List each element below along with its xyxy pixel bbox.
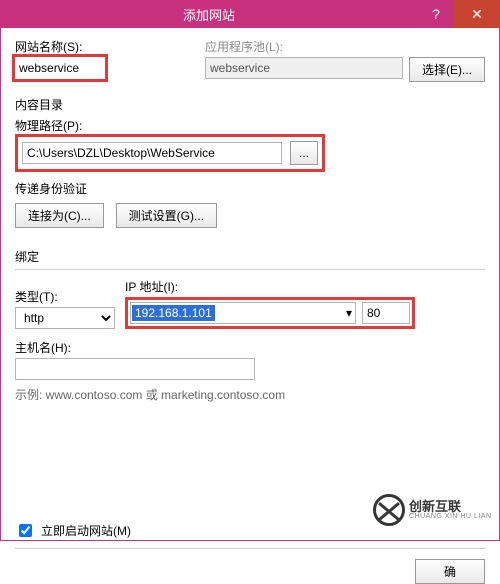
ok-button[interactable]: 确: [415, 559, 485, 584]
connect-as-button[interactable]: 连接为(C)...: [15, 203, 104, 228]
start-now-label: 立即启动网站(M): [41, 522, 131, 539]
dialog-body: 网站名称(S): 应用程序池(L): 选择(E)... 内容目录 物理路径(P)…: [0, 28, 500, 541]
start-now-checkbox[interactable]: [19, 524, 32, 537]
watermark-sub: CHUANG XIN HU LIAN: [409, 513, 492, 520]
watermark-logo-icon: [373, 494, 405, 526]
path-label: 物理路径(P):: [15, 119, 82, 133]
ip-input[interactable]: 192.168.1.101: [132, 305, 215, 321]
host-label: 主机名(H):: [15, 339, 255, 356]
chevron-down-icon[interactable]: ▾: [346, 306, 352, 320]
app-pool-input: [205, 57, 403, 79]
select-app-pool-button[interactable]: 选择(E)...: [409, 57, 485, 82]
watermark: 创新互联 CHUANG XIN HU LIAN: [373, 486, 493, 534]
titlebar: 添加网站 ? ✕: [0, 0, 500, 28]
site-name-label: 网站名称(S):: [15, 38, 195, 55]
browse-path-button[interactable]: ...: [290, 141, 318, 165]
site-name-input[interactable]: [15, 57, 99, 79]
app-pool-label: 应用程序池(L):: [205, 38, 485, 55]
type-select[interactable]: http: [15, 307, 115, 329]
auth-title: 传递身份验证: [15, 180, 485, 197]
ip-label: IP 地址(I):: [125, 278, 415, 295]
content-dir-title: 内容目录: [15, 96, 485, 113]
binding-title: 绑定: [15, 248, 485, 265]
path-input[interactable]: [22, 142, 282, 164]
dialog-title: 添加网站: [0, 5, 418, 24]
type-label: 类型(T):: [15, 288, 115, 305]
watermark-text: 创新互联: [409, 500, 492, 513]
test-settings-button[interactable]: 测试设置(G)...: [116, 203, 217, 228]
host-input[interactable]: [15, 358, 255, 380]
close-button[interactable]: ✕: [454, 0, 500, 28]
binding-example: 示例: www.contoso.com 或 marketing.contoso.…: [15, 386, 485, 403]
help-button[interactable]: ?: [418, 6, 454, 22]
port-input[interactable]: [362, 302, 410, 324]
